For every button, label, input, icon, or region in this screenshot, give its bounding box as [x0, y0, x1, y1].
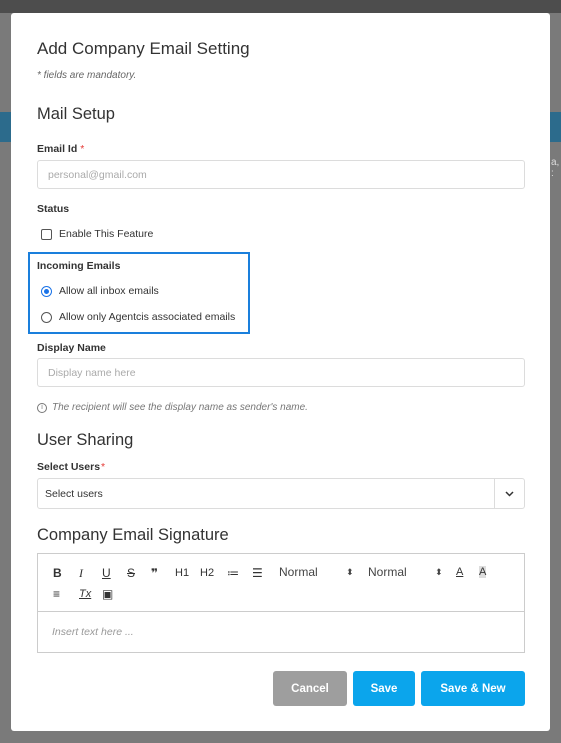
- size-select-value: Normal: [368, 565, 407, 579]
- email-id-label: Email Id *: [37, 143, 84, 155]
- ordered-list-button[interactable]: ≔: [227, 567, 239, 579]
- display-name-hint-text: The recipient will see the display name …: [52, 402, 308, 413]
- image-button[interactable]: ▣: [102, 588, 113, 600]
- background-color-button[interactable]: A: [479, 566, 487, 578]
- required-asterisk: *: [80, 143, 85, 155]
- quote-button[interactable]: ❞: [151, 567, 158, 579]
- updown-icon: ⬍: [346, 567, 354, 577]
- select-users-label: Select Users*: [37, 461, 105, 473]
- email-id-input[interactable]: [37, 160, 525, 189]
- size-select[interactable]: Normal ⬍: [368, 565, 446, 579]
- strike-button[interactable]: S: [127, 567, 135, 579]
- email-id-label-text: Email Id: [37, 143, 78, 155]
- mail-setup-heading: Mail Setup: [37, 105, 115, 123]
- bullet-list-button[interactable]: ☰: [252, 567, 263, 579]
- select-users-value: Select users: [45, 488, 103, 500]
- enable-feature-label: Enable This Feature: [59, 228, 154, 240]
- enable-feature-row[interactable]: Enable This Feature: [41, 228, 153, 240]
- radio-allow-all-button[interactable]: [41, 285, 52, 297]
- font-select-value: Normal: [279, 565, 318, 579]
- mandatory-note: * fields are mandatory.: [37, 70, 137, 81]
- clear-format-button[interactable]: Tx: [79, 588, 91, 600]
- signature-heading: Company Email Signature: [37, 526, 229, 544]
- save-button[interactable]: Save: [353, 671, 415, 706]
- email-setting-modal: Add Company Email Setting * fields are m…: [11, 13, 550, 731]
- chevron-down-icon[interactable]: [494, 479, 524, 508]
- select-users-label-text: Select Users: [37, 461, 101, 473]
- signature-editor-body[interactable]: Insert text here ...: [52, 626, 134, 638]
- modal-title: Add Company Email Setting: [37, 39, 250, 58]
- radio-allow-all[interactable]: Allow all inbox emails: [41, 285, 159, 297]
- background-header-left: [0, 112, 11, 142]
- required-asterisk: *: [101, 461, 106, 473]
- signature-editor: B I U S ❞ H1 H2 ≔ ☰ Normal ⬍ Normal ⬍ A …: [37, 553, 525, 653]
- italic-button[interactable]: I: [79, 567, 83, 579]
- underline-button[interactable]: U: [102, 567, 111, 579]
- h2-button[interactable]: H2: [200, 567, 214, 579]
- radio-agentcis-only[interactable]: Allow only Agentcis associated emails: [41, 311, 235, 323]
- background-partial-text: a, :: [551, 157, 560, 179]
- radio-allow-all-label: Allow all inbox emails: [59, 285, 159, 297]
- display-name-label: Display Name: [37, 342, 106, 354]
- save-and-new-button[interactable]: Save & New: [421, 671, 525, 706]
- h1-button[interactable]: H1: [175, 567, 189, 579]
- updown-icon: ⬍: [435, 567, 443, 577]
- editor-toolbar: B I U S ❞ H1 H2 ≔ ☰ Normal ⬍ Normal ⬍ A …: [38, 554, 524, 612]
- user-sharing-heading: User Sharing: [37, 431, 134, 449]
- radio-agentcis-only-label: Allow only Agentcis associated emails: [59, 311, 236, 323]
- info-icon: i: [37, 402, 47, 413]
- background-header-right: [550, 112, 561, 142]
- background-top: [0, 0, 561, 13]
- font-select[interactable]: Normal ⬍: [279, 565, 357, 579]
- status-label: Status: [37, 203, 70, 215]
- radio-agentcis-only-button[interactable]: [41, 311, 52, 323]
- display-name-hint: i The recipient will see the display nam…: [37, 402, 308, 413]
- incoming-emails-label: Incoming Emails: [37, 260, 121, 272]
- text-color-button[interactable]: A: [456, 566, 463, 578]
- bold-button[interactable]: B: [53, 567, 62, 579]
- enable-feature-checkbox[interactable]: [41, 228, 52, 240]
- align-button[interactable]: ≡: [53, 588, 60, 600]
- select-users-dropdown[interactable]: Select users: [37, 478, 525, 509]
- display-name-input[interactable]: [37, 358, 525, 387]
- cancel-button[interactable]: Cancel: [273, 671, 347, 706]
